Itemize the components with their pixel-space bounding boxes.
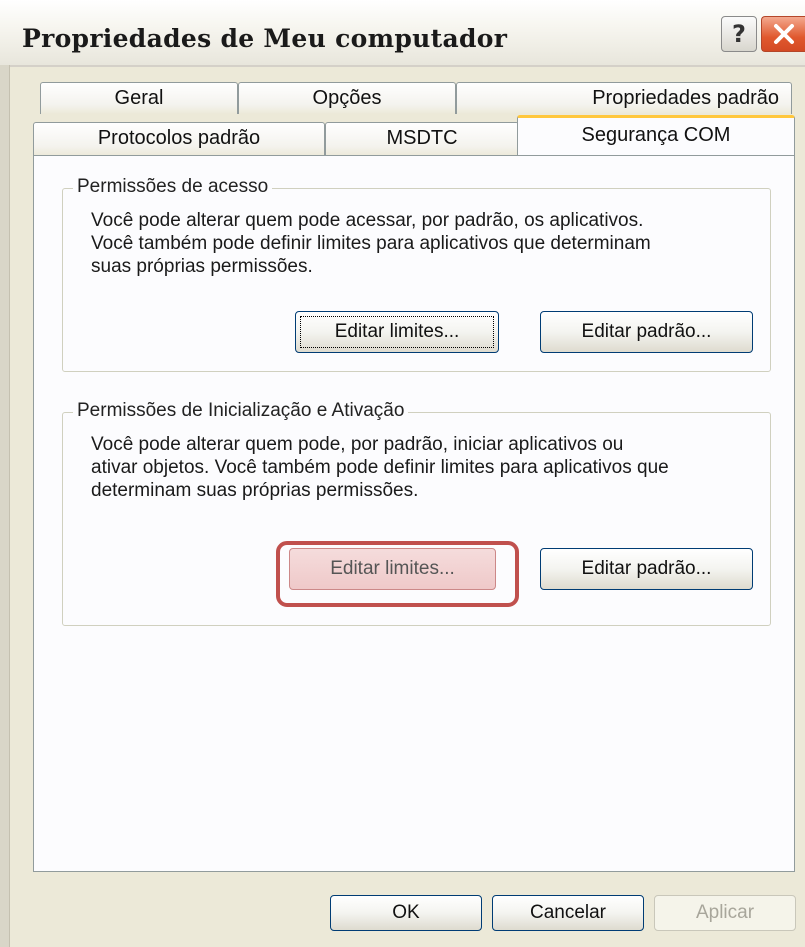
launch-edit-limits-button[interactable]: Editar limites...	[289, 548, 496, 590]
window-title: Propriedades de Meu computador	[22, 24, 508, 53]
tab-label: Geral	[114, 87, 164, 109]
ok-button[interactable]: OK	[330, 895, 482, 931]
close-button[interactable]	[761, 16, 805, 52]
properties-dialog: Propriedades de Meu computador ? Geral O…	[0, 0, 805, 947]
tab-protocolos-padrao[interactable]: Protocolos padrão	[33, 122, 325, 156]
access-group-legend: Permissões de acesso	[73, 176, 273, 198]
tab-seguranca-com[interactable]: Segurança COM	[517, 115, 795, 155]
tab-label: MSDTC	[386, 127, 458, 149]
tab-msdtc[interactable]: MSDTC	[325, 122, 519, 156]
tab-panel-seguranca-com: Permissões de acesso Você pode alterar q…	[33, 155, 795, 872]
access-permissions-group: Permissões de acesso Você pode alterar q…	[62, 176, 771, 372]
title-bar[interactable]: Propriedades de Meu computador ?	[0, 0, 805, 67]
help-icon: ?	[732, 20, 746, 48]
launch-edit-default-button[interactable]: Editar padrão...	[540, 548, 753, 590]
tab-label: Protocolos padrão	[97, 127, 261, 149]
tab-label: Segurança COM	[581, 124, 731, 146]
help-button[interactable]: ?	[721, 16, 757, 52]
launch-activation-group: Permissões de Inicialização e Ativação V…	[62, 400, 771, 626]
tab-opcoes[interactable]: Opções	[238, 82, 456, 114]
access-edit-limits-button[interactable]: Editar limites...	[295, 311, 499, 353]
access-group-description: Você pode alterar quem pode acessar, por…	[91, 210, 651, 277]
cancel-button[interactable]: Cancelar	[492, 895, 644, 931]
apply-button[interactable]: Aplicar	[654, 895, 796, 931]
tab-geral[interactable]: Geral	[40, 82, 238, 114]
window-border	[0, 65, 10, 947]
close-icon	[773, 24, 794, 44]
access-edit-default-button[interactable]: Editar padrão...	[540, 311, 753, 353]
launch-group-description: Você pode alterar quem pode, por padrão,…	[91, 434, 669, 501]
tab-label: Propriedades padrão	[592, 87, 779, 109]
tab-propriedades-padrao[interactable]: Propriedades padrão	[456, 82, 792, 114]
tab-label: Opções	[312, 87, 382, 109]
launch-group-legend: Permissões de Inicialização e Ativação	[73, 400, 409, 422]
